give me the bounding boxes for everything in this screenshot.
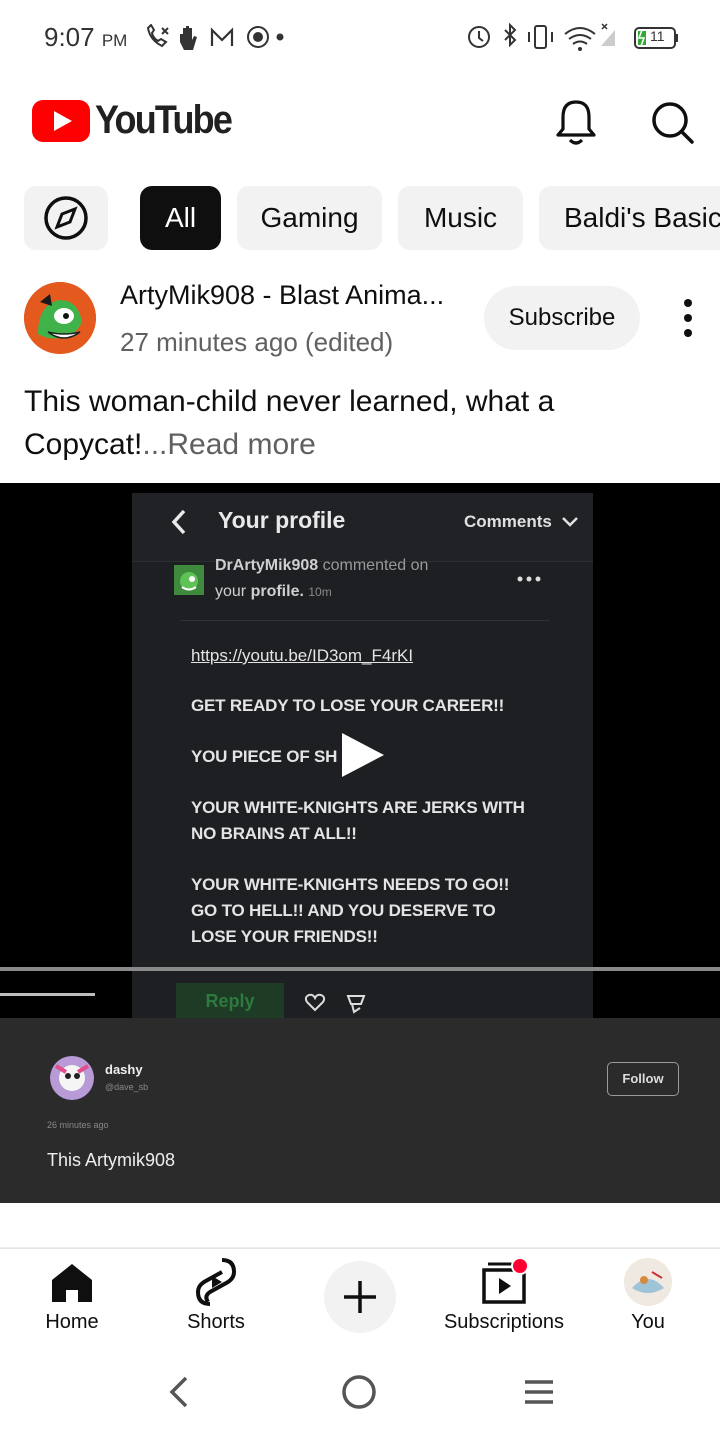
divider bbox=[0, 1247, 720, 1248]
comment-time: 26 minutes ago bbox=[47, 1120, 109, 1130]
chip-baldis-basics[interactable]: Baldi's Basics bbox=[539, 186, 720, 250]
youtube-logo-text[interactable]: YouTube bbox=[95, 98, 233, 143]
video-comments-label: Comments bbox=[464, 512, 552, 531]
commenter-line: DrArtyMik908 commented on bbox=[215, 557, 429, 574]
chip-all[interactable]: All bbox=[140, 186, 221, 250]
comment-text: This Artymik908 bbox=[47, 1150, 176, 1170]
bell-icon[interactable] bbox=[546, 92, 606, 152]
system-back-icon[interactable] bbox=[164, 1374, 194, 1410]
user-avatar[interactable] bbox=[624, 1258, 672, 1306]
notification-icons bbox=[146, 24, 284, 50]
video-line-4c: LOSE YOUR FRIENDS!! bbox=[191, 927, 378, 946]
status-time: 9:07 PM bbox=[44, 22, 128, 52]
plus-icon bbox=[344, 1281, 376, 1313]
like-dislike-icons bbox=[304, 993, 366, 1014]
read-more-link[interactable]: ...Read more bbox=[142, 428, 315, 461]
divider bbox=[180, 620, 550, 621]
compass-icon bbox=[44, 196, 88, 240]
comment-more-icon bbox=[517, 576, 541, 582]
explore-button[interactable] bbox=[24, 186, 108, 250]
nav-shorts[interactable]: Shorts bbox=[166, 1311, 266, 1334]
comment-card: dashy @dave_sb Follow 26 minutes ago Thi… bbox=[0, 1018, 720, 1203]
dashy-avatar bbox=[50, 1056, 94, 1100]
video-line-4a: YOUR WHITE-KNIGHTS NEEDS TO GO!! bbox=[191, 875, 510, 894]
commenter-line-2: your profile. 10m bbox=[215, 583, 332, 600]
system-menu-icon[interactable] bbox=[522, 1378, 556, 1406]
create-button[interactable] bbox=[324, 1261, 396, 1333]
system-navigation-bar bbox=[0, 1344, 720, 1440]
chevron-down-icon bbox=[562, 517, 578, 527]
chip-music[interactable]: Music bbox=[398, 186, 523, 250]
status-bar: 9:07 PM 11 bbox=[0, 0, 720, 76]
video-player[interactable]: Your profile Comments DrArtyMik908 comme… bbox=[0, 483, 720, 1018]
dashy-handle: @dave_sb bbox=[105, 1082, 149, 1092]
dashy-username: dashy bbox=[105, 1062, 143, 1077]
post-meta: 27 minutes ago (edited) bbox=[120, 327, 394, 357]
subscriptions-icon[interactable] bbox=[478, 1256, 534, 1306]
back-chevron-icon bbox=[171, 509, 186, 535]
subscribe-button[interactable]: Subscribe bbox=[484, 286, 640, 350]
video-line-3b: NO BRAINS AT ALL!! bbox=[191, 824, 357, 843]
home-icon[interactable] bbox=[48, 1258, 96, 1306]
search-icon[interactable] bbox=[642, 92, 702, 152]
video-profile-title: Your profile bbox=[218, 507, 346, 533]
channel-avatar[interactable] bbox=[24, 282, 96, 354]
system-home-icon[interactable] bbox=[340, 1373, 378, 1411]
commenter-avatar bbox=[174, 565, 204, 595]
battery-level: 11 bbox=[650, 28, 665, 44]
play-icon[interactable] bbox=[336, 729, 388, 781]
nav-home[interactable]: Home bbox=[22, 1311, 122, 1334]
video-scrubber-line bbox=[0, 993, 95, 996]
channel-name[interactable]: ArtyMik908 - Blast Anima... bbox=[120, 280, 444, 311]
video-link-text: https://youtu.be/ID3om_F4rKI bbox=[191, 646, 414, 665]
youtube-logo-icon[interactable] bbox=[32, 100, 90, 142]
nav-you[interactable]: You bbox=[598, 1311, 698, 1334]
nav-subscriptions[interactable]: Subscriptions bbox=[434, 1311, 574, 1334]
shorts-icon[interactable] bbox=[192, 1256, 240, 1308]
video-line-1: GET READY TO LOSE YOUR CAREER!! bbox=[191, 696, 505, 715]
chip-gaming[interactable]: Gaming bbox=[237, 186, 382, 250]
video-progress-track[interactable] bbox=[0, 967, 720, 971]
follow-button: Follow bbox=[607, 1062, 679, 1096]
post-text: This woman-child never learned, what a C… bbox=[24, 385, 555, 461]
video-line-4b: GO TO HELL!! AND YOU DESERVE TO bbox=[191, 901, 496, 920]
video-line-3a: YOUR WHITE-KNIGHTS ARE JERKS WITH bbox=[191, 798, 525, 817]
reply-button: Reply bbox=[176, 983, 284, 1018]
more-options-icon[interactable] bbox=[672, 296, 704, 340]
video-line-2: YOU PIECE OF SH bbox=[191, 747, 338, 766]
